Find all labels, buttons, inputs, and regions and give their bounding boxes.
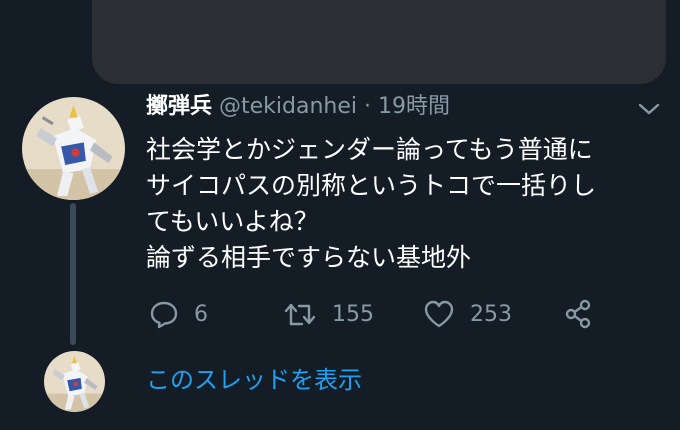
tweet-text-line: てもいいよね？ [146, 207, 319, 236]
like-count: 253 [470, 301, 512, 327]
tweet-text: 社会学とかジェンダー論ってもう普通に サイコパスの別称というトコで一括りし ても… [146, 132, 666, 276]
robot-figure-image [22, 97, 125, 200]
tweet-timestamp[interactable]: 19時間 [378, 94, 450, 119]
tweet-header: 擲弾兵 @tekidanhei · 19時間 [146, 90, 450, 124]
robot-figure-image-small [44, 351, 105, 412]
thread-connector-line [70, 203, 76, 345]
previous-tweet-bubble [92, 0, 666, 84]
thread-avatar[interactable] [44, 351, 105, 412]
tweet-text-line: 社会学とかジェンダー論ってもう普通に [146, 135, 593, 164]
tweet-text-line: サイコパスの別称というトコで一括りし [146, 171, 597, 200]
retweet-count: 155 [332, 301, 374, 327]
tweet-actions: 6 155 253 [144, 296, 614, 332]
heart-icon [422, 298, 456, 330]
chevron-down-icon[interactable] [636, 100, 662, 118]
header-separator: · [364, 94, 372, 119]
retweet-icon [282, 298, 318, 330]
author-avatar[interactable] [22, 97, 125, 200]
reply-button[interactable]: 6 [148, 296, 208, 332]
retweet-button[interactable]: 155 [282, 296, 374, 332]
speech-bubble-icon [148, 298, 180, 330]
tweet-text-line: 論ずる相手ですらない基地外 [146, 243, 472, 272]
user-handle[interactable]: @tekidanhei [219, 94, 357, 119]
reply-count: 6 [194, 301, 208, 327]
share-button[interactable] [562, 296, 594, 332]
like-button[interactable]: 253 [422, 296, 512, 332]
show-thread-link[interactable]: このスレッドを表示 [146, 362, 362, 398]
share-icon [562, 298, 594, 330]
display-name[interactable]: 擲弾兵 [146, 94, 212, 119]
